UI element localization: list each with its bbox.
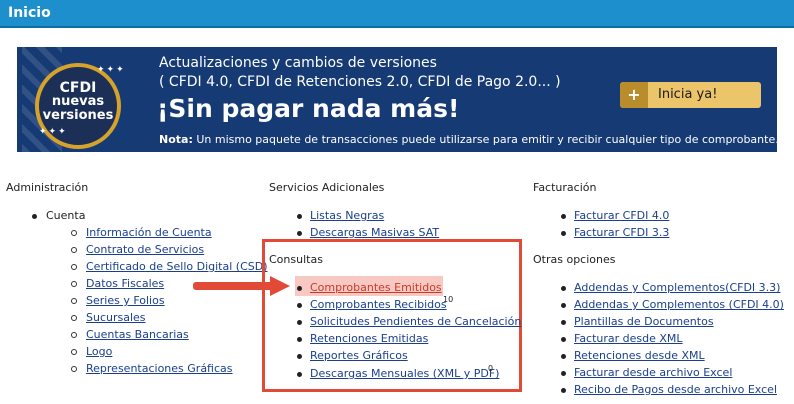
- consultas-title: Consultas: [269, 253, 323, 266]
- note-label: Nota:: [159, 133, 193, 146]
- stars-decoration: ✦✦✦: [39, 127, 68, 137]
- link-sucursales[interactable]: Sucursales: [86, 311, 146, 324]
- banner-headline: ¡Sin pagar nada más!: [157, 94, 460, 123]
- plus-icon: +: [620, 82, 648, 108]
- circle-bullet-icon: [71, 315, 77, 321]
- circle-bullet-icon: [71, 349, 77, 355]
- link-listas-negras[interactable]: Listas Negras: [310, 209, 384, 222]
- link-informacion-cuenta[interactable]: Información de Cuenta: [86, 226, 212, 239]
- badge-line-1: CFDI: [59, 80, 97, 96]
- circle-bullet-icon: [71, 281, 77, 287]
- bullet-icon: [297, 372, 302, 377]
- bullet-icon: [561, 231, 566, 236]
- link-descargas-masivas-sat[interactable]: Descargas Masivas SAT: [310, 226, 439, 239]
- link-plantillas-documentos[interactable]: Plantillas de Documentos: [574, 315, 714, 328]
- bullet-icon: [297, 320, 302, 325]
- annotation-arrow-icon: [270, 276, 290, 296]
- badge-line-2: nuevas: [51, 94, 105, 109]
- link-retenciones-desde-xml[interactable]: Retenciones desde XML: [574, 349, 705, 362]
- link-facturar-cfdi-33[interactable]: Facturar CFDI 3.3: [574, 226, 669, 239]
- bullet-icon: [297, 354, 302, 359]
- link-addendas-cfdi-33[interactable]: Addendas y Complementos(CFDI 3.3): [574, 281, 780, 294]
- recibidos-count: 10: [443, 295, 454, 304]
- bullet-icon: [297, 286, 302, 291]
- annotation-arrow-shaft: [193, 282, 275, 290]
- bullet-icon: [561, 354, 566, 359]
- facturacion-title: Facturación: [533, 181, 597, 194]
- cuenta-label: Cuenta: [46, 209, 86, 222]
- banner-line-2: ( CFDI 4.0, CFDI de Retenciones 2.0, CFD…: [159, 74, 561, 90]
- bullet-icon: [297, 303, 302, 308]
- bullet-icon: [561, 371, 566, 376]
- link-solicitudes-pendientes[interactable]: Solicitudes Pendientes de Cancelación: [310, 315, 521, 328]
- servicios-title: Servicios Adicionales: [269, 181, 385, 194]
- circle-bullet-icon: [71, 298, 77, 304]
- link-facturar-desde-xml[interactable]: Facturar desde XML: [574, 332, 683, 345]
- header-bar: Inicio: [0, 0, 794, 28]
- link-comprobantes-recibidos[interactable]: Comprobantes Recibidos: [310, 298, 447, 311]
- link-retenciones-emitidas[interactable]: Retenciones Emitidas: [310, 332, 428, 345]
- link-representaciones-graficas[interactable]: Representaciones Gráficas: [86, 362, 233, 375]
- bullet-icon: [297, 214, 302, 219]
- link-facturar-cfdi-40[interactable]: Facturar CFDI 4.0: [574, 209, 669, 222]
- bullet-icon: [561, 388, 566, 393]
- link-contrato-servicios[interactable]: Contrato de Servicios: [86, 243, 204, 256]
- link-descargas-mensuales[interactable]: Descargas Mensuales (XML y PDF): [310, 367, 499, 380]
- stars-decoration: ✦✦✦: [97, 65, 126, 75]
- link-recibo-pagos-excel[interactable]: Recibo de Pagos desde archivo Excel: [574, 383, 777, 396]
- bullet-icon: [561, 303, 566, 308]
- inicia-ya-button[interactable]: + Inicia ya!: [620, 82, 761, 108]
- note-text: Un mismo paquete de transacciones puede …: [192, 133, 777, 146]
- link-comprobantes-emitidos[interactable]: Comprobantes Emitidos: [310, 281, 442, 294]
- banner-line-1: Actualizaciones y cambios de versiones: [159, 55, 437, 71]
- link-series-folios[interactable]: Series y Folios: [86, 294, 165, 307]
- otras-opciones-title: Otras opciones: [533, 253, 616, 266]
- bullet-icon: [561, 286, 566, 291]
- bullet-icon: [32, 214, 37, 219]
- link-cuentas-bancarias[interactable]: Cuentas Bancarias: [86, 328, 189, 341]
- administracion-title: Administración: [6, 181, 89, 194]
- circle-bullet-icon: [71, 264, 77, 270]
- link-reportes-graficos[interactable]: Reportes Gráficos: [310, 349, 408, 362]
- link-facturar-desde-excel[interactable]: Facturar desde archivo Excel: [574, 366, 732, 379]
- link-logo[interactable]: Logo: [86, 345, 112, 358]
- link-addendas-cfdi-40[interactable]: Addendas y Complementos (CFDI 4.0): [574, 298, 784, 311]
- link-certificado-csd[interactable]: Certificado de Sello Digital (CSD): [86, 260, 268, 273]
- bullet-icon: [297, 231, 302, 236]
- link-datos-fiscales[interactable]: Datos Fiscales: [86, 277, 164, 290]
- circle-bullet-icon: [71, 230, 77, 236]
- bullet-icon: [561, 214, 566, 219]
- inicia-ya-label: Inicia ya!: [658, 87, 718, 102]
- badge-line-3: versiones: [42, 108, 114, 123]
- banner-note: Nota: Un mismo paquete de transacciones …: [159, 133, 777, 146]
- bullet-icon: [561, 337, 566, 342]
- circle-bullet-icon: [71, 247, 77, 253]
- promo-banner[interactable]: CFDI nuevas versiones ✦✦✦ ✦✦✦ Actualizac…: [17, 47, 777, 152]
- page-title: Inicio: [8, 5, 51, 21]
- bullet-icon: [297, 337, 302, 342]
- circle-bullet-icon: [71, 366, 77, 372]
- circle-bullet-icon: [71, 332, 77, 338]
- descargas-count: 0: [488, 364, 494, 373]
- bullet-icon: [561, 320, 566, 325]
